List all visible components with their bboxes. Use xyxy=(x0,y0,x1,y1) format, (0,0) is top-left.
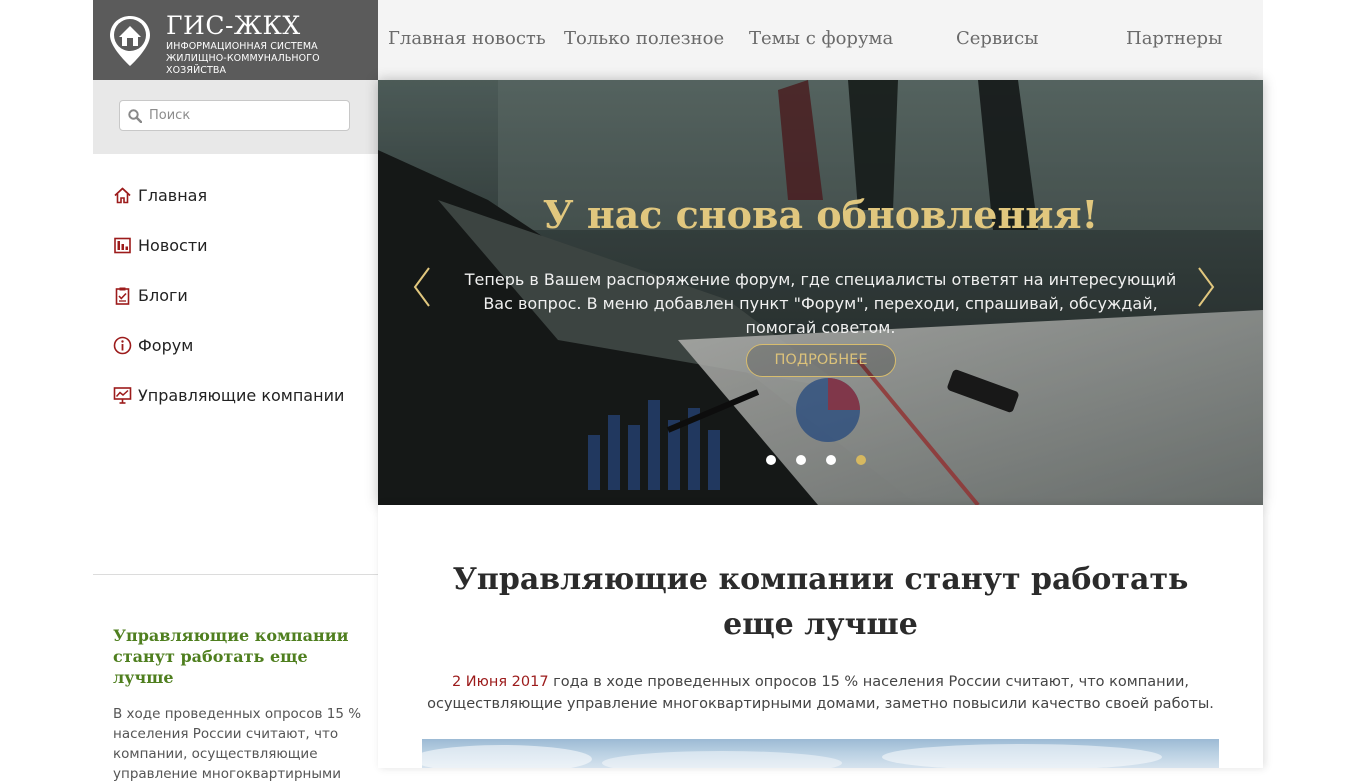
slider-dot-1[interactable] xyxy=(766,455,776,465)
sidebar-item-blogs[interactable]: Блоги xyxy=(113,283,188,307)
logo-subtitle: ИНФОРМАЦИОННАЯ СИСТЕМА ЖИЛИЩНО-КОММУНАЛЬ… xyxy=(166,41,378,77)
sidebar: Главная Новости Блоги Форум xyxy=(93,80,378,782)
house-pin-icon xyxy=(110,16,150,66)
home-icon xyxy=(114,187,131,203)
nav-forum-topics[interactable]: Темы с форума xyxy=(749,28,893,49)
info-icon xyxy=(113,336,132,354)
chart-monitor-icon xyxy=(113,386,132,404)
slider-dot-3[interactable] xyxy=(826,455,836,465)
sidebar-item-label: Блоги xyxy=(138,285,188,305)
sidebar-item-label: Новости xyxy=(138,235,208,255)
logo-brand: ГИС-ЖКХ xyxy=(166,11,301,40)
search-box[interactable] xyxy=(119,100,350,131)
search-input[interactable] xyxy=(149,101,344,130)
chevron-left-icon[interactable] xyxy=(412,266,432,308)
article-image xyxy=(422,739,1219,768)
sidebar-news-text: В ходе проведенных опросов 15 % населени… xyxy=(113,706,362,782)
sidebar-item-forum[interactable]: Форум xyxy=(113,333,193,357)
chevron-right-icon[interactable] xyxy=(1196,266,1216,308)
hero-text: Теперь в Вашем распоряжение форум, где с… xyxy=(464,270,1177,337)
slider-dot-2[interactable] xyxy=(796,455,806,465)
clipboard-icon xyxy=(115,287,130,305)
top-navigation: Главная новость Только полезное Темы с ф… xyxy=(378,0,1263,80)
sidebar-item-label: Форум xyxy=(138,335,194,355)
article-image-sky xyxy=(422,744,1162,768)
hero-more-button[interactable]: ПОДРОБНЕЕ xyxy=(746,344,896,377)
logo-subtitle-line1: ИНФОРМАЦИОННАЯ СИСТЕМА xyxy=(166,41,318,52)
sidebar-item-home[interactable]: Главная xyxy=(113,183,207,207)
logo-subtitle-line2: ЖИЛИЩНО-КОММУНАЛЬНОГО ХОЗЯЙСТВА xyxy=(166,53,320,76)
slider-dot-4[interactable] xyxy=(856,455,866,465)
hero-slider: У нас снова обновления! Теперь в Вашем р… xyxy=(378,80,1263,505)
nav-main-news[interactable]: Главная новость xyxy=(388,28,546,49)
article-date: 2 Июня 2017 xyxy=(451,674,549,690)
nav-partners[interactable]: Партнеры xyxy=(1126,28,1222,49)
article-lead: 2 Июня 2017 года в ходе проведенных опро… xyxy=(418,671,1223,715)
site-logo[interactable]: ГИС-ЖКХ ИНФОРМАЦИОННАЯ СИСТЕМА ЖИЛИЩНО-К… xyxy=(93,0,378,80)
sidebar-item-label: Управляющие компании xyxy=(138,385,345,405)
search-bar xyxy=(93,80,378,154)
sidebar-item-label: Главная xyxy=(138,185,208,205)
nav-services[interactable]: Сервисы xyxy=(956,28,1039,49)
sidebar-item-management-companies[interactable]: Управляющие компании xyxy=(113,383,344,407)
sidebar-divider xyxy=(93,574,378,575)
main-content: Управляющие компании станут работать еще… xyxy=(378,505,1263,768)
sidebar-item-news[interactable]: Новости xyxy=(113,233,208,257)
hero-title: У нас снова обновления! xyxy=(542,192,1099,237)
nav-useful[interactable]: Только полезное xyxy=(564,28,724,49)
sidebar-news-title[interactable]: Управляющие компании станут работать еще… xyxy=(113,625,368,688)
article-title[interactable]: Управляющие компании станут работать еще… xyxy=(438,557,1203,647)
news-icon xyxy=(114,237,131,253)
search-icon xyxy=(128,109,142,123)
